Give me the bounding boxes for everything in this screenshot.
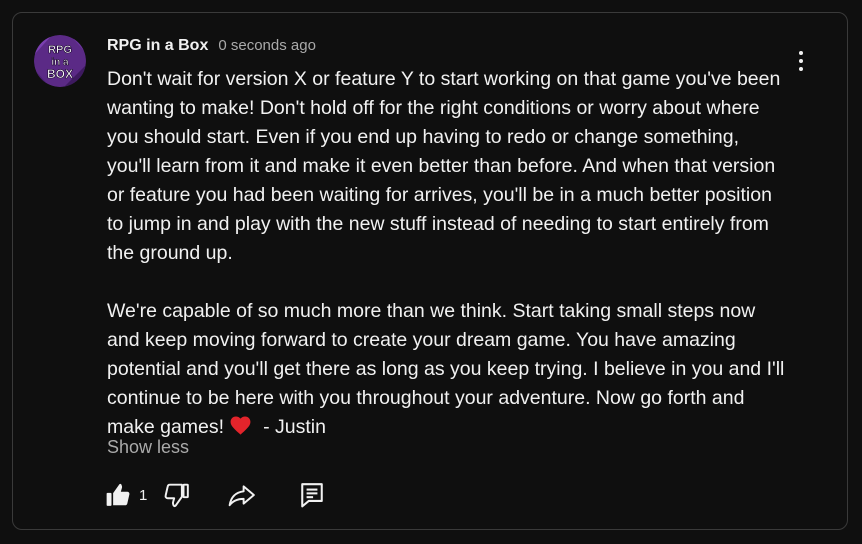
reply-button[interactable] [298, 480, 326, 510]
thumbs-up-filled-icon [106, 483, 130, 506]
author-name[interactable]: RPG in a Box [107, 37, 208, 55]
heart-icon [230, 415, 251, 444]
like-count: 1 [139, 486, 148, 504]
avatar[interactable]: RPG in a BOX [34, 35, 86, 87]
signature: - Justin [263, 416, 326, 438]
dislike-button[interactable] [162, 480, 192, 510]
rpg-in-a-box-logo: RPG in a BOX [34, 35, 86, 87]
reply-comment-icon [301, 483, 324, 508]
comment-paragraph: We're capable of so much more than we th… [107, 300, 785, 438]
comment-header: RPG in a Box 0 seconds ago [107, 37, 316, 55]
comment-paragraph-with-signature: We're capable of so much more than we th… [107, 297, 787, 444]
avatar-line-1: RPG [48, 44, 72, 56]
comment-text: Don't wait for version X or feature Y to… [107, 65, 787, 444]
avatar-line-3: BOX [47, 67, 73, 81]
comment-card: RPG in a BOX RPG in a Box 0 seconds ago … [12, 12, 848, 530]
like-button[interactable] [104, 480, 132, 510]
comment-timestamp[interactable]: 0 seconds ago [218, 37, 316, 54]
more-vertical-icon [799, 51, 803, 71]
comment-actions: 1 [104, 480, 326, 510]
share-button[interactable] [226, 480, 258, 510]
show-less-button[interactable]: Show less [107, 437, 189, 458]
comment-paragraph: Don't wait for version X or feature Y to… [107, 68, 781, 264]
more-actions-button[interactable] [787, 47, 815, 75]
thumbs-down-outline-icon [164, 483, 190, 508]
share-arrow-icon [228, 485, 256, 507]
